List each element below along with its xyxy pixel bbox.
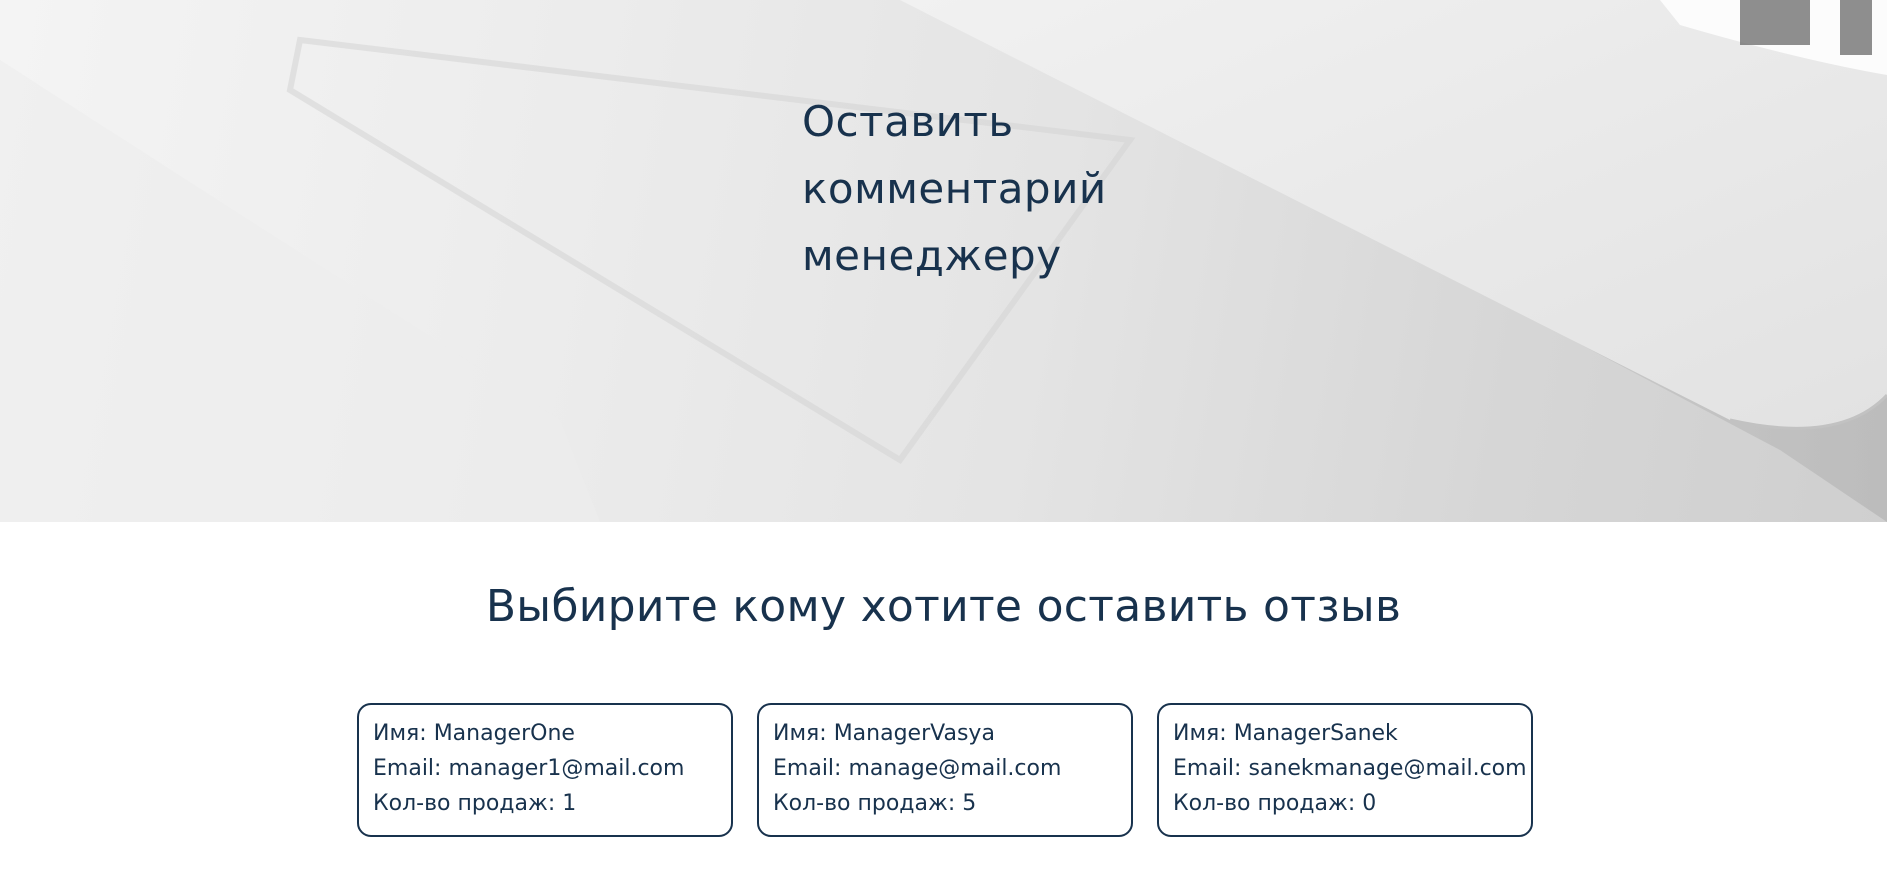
manager-sales-count: 1 [562, 791, 577, 816]
name-label: Имя: [1173, 721, 1227, 746]
hero-banner: Оставить комментарий менеджеру [0, 0, 1887, 522]
email-label: Email: [373, 756, 442, 781]
manager-email-row: Email: manager1@mail.com [373, 755, 684, 783]
manager-email: manager1@mail.com [448, 756, 685, 781]
hero-title: Оставить комментарий менеджеру [802, 88, 1232, 289]
manager-name: ManagerOne [433, 721, 575, 746]
manager-sales-count: 5 [962, 791, 977, 816]
manager-email-row: Email: sanekmanage@mail.com [1173, 755, 1527, 783]
manager-card-list: Имя: ManagerOne Email: manager1@mail.com… [357, 703, 1533, 837]
manager-name-row: Имя: ManagerVasya [773, 720, 995, 748]
hero-title-line: менеджеру [802, 231, 1062, 280]
manager-name: ManagerVasya [833, 721, 995, 746]
manager-email: manage@mail.com [848, 756, 1062, 781]
sales-label: Кол-во продаж: [1173, 791, 1356, 816]
name-label: Имя: [773, 721, 827, 746]
manager-name-row: Имя: ManagerSanek [1173, 720, 1398, 748]
manager-sales-row: Кол-во продаж: 5 [773, 790, 976, 818]
email-label: Email: [1173, 756, 1242, 781]
manager-card[interactable]: Имя: ManagerVasya Email: manage@mail.com… [757, 703, 1133, 837]
manager-name-row: Имя: ManagerOne [373, 720, 575, 748]
manager-email: sanekmanage@mail.com [1248, 756, 1527, 781]
manager-name: ManagerSanek [1233, 721, 1398, 746]
manager-sales-count: 0 [1362, 791, 1377, 816]
manager-email-row: Email: manage@mail.com [773, 755, 1061, 783]
email-label: Email: [773, 756, 842, 781]
sales-label: Кол-во продаж: [373, 791, 556, 816]
hero-title-line: Оставить [802, 97, 1014, 146]
manager-card[interactable]: Имя: ManagerSanek Email: sanekmanage@mai… [1157, 703, 1533, 837]
section-title: Выбирите кому хотите оставить отзыв [485, 581, 1402, 632]
name-label: Имя: [373, 721, 427, 746]
hero-title-line: комментарий [802, 164, 1107, 213]
sales-label: Кол-во продаж: [773, 791, 956, 816]
manager-sales-row: Кол-во продаж: 0 [1173, 790, 1376, 818]
manager-card[interactable]: Имя: ManagerOne Email: manager1@mail.com… [357, 703, 733, 837]
manager-sales-row: Кол-во продаж: 1 [373, 790, 576, 818]
